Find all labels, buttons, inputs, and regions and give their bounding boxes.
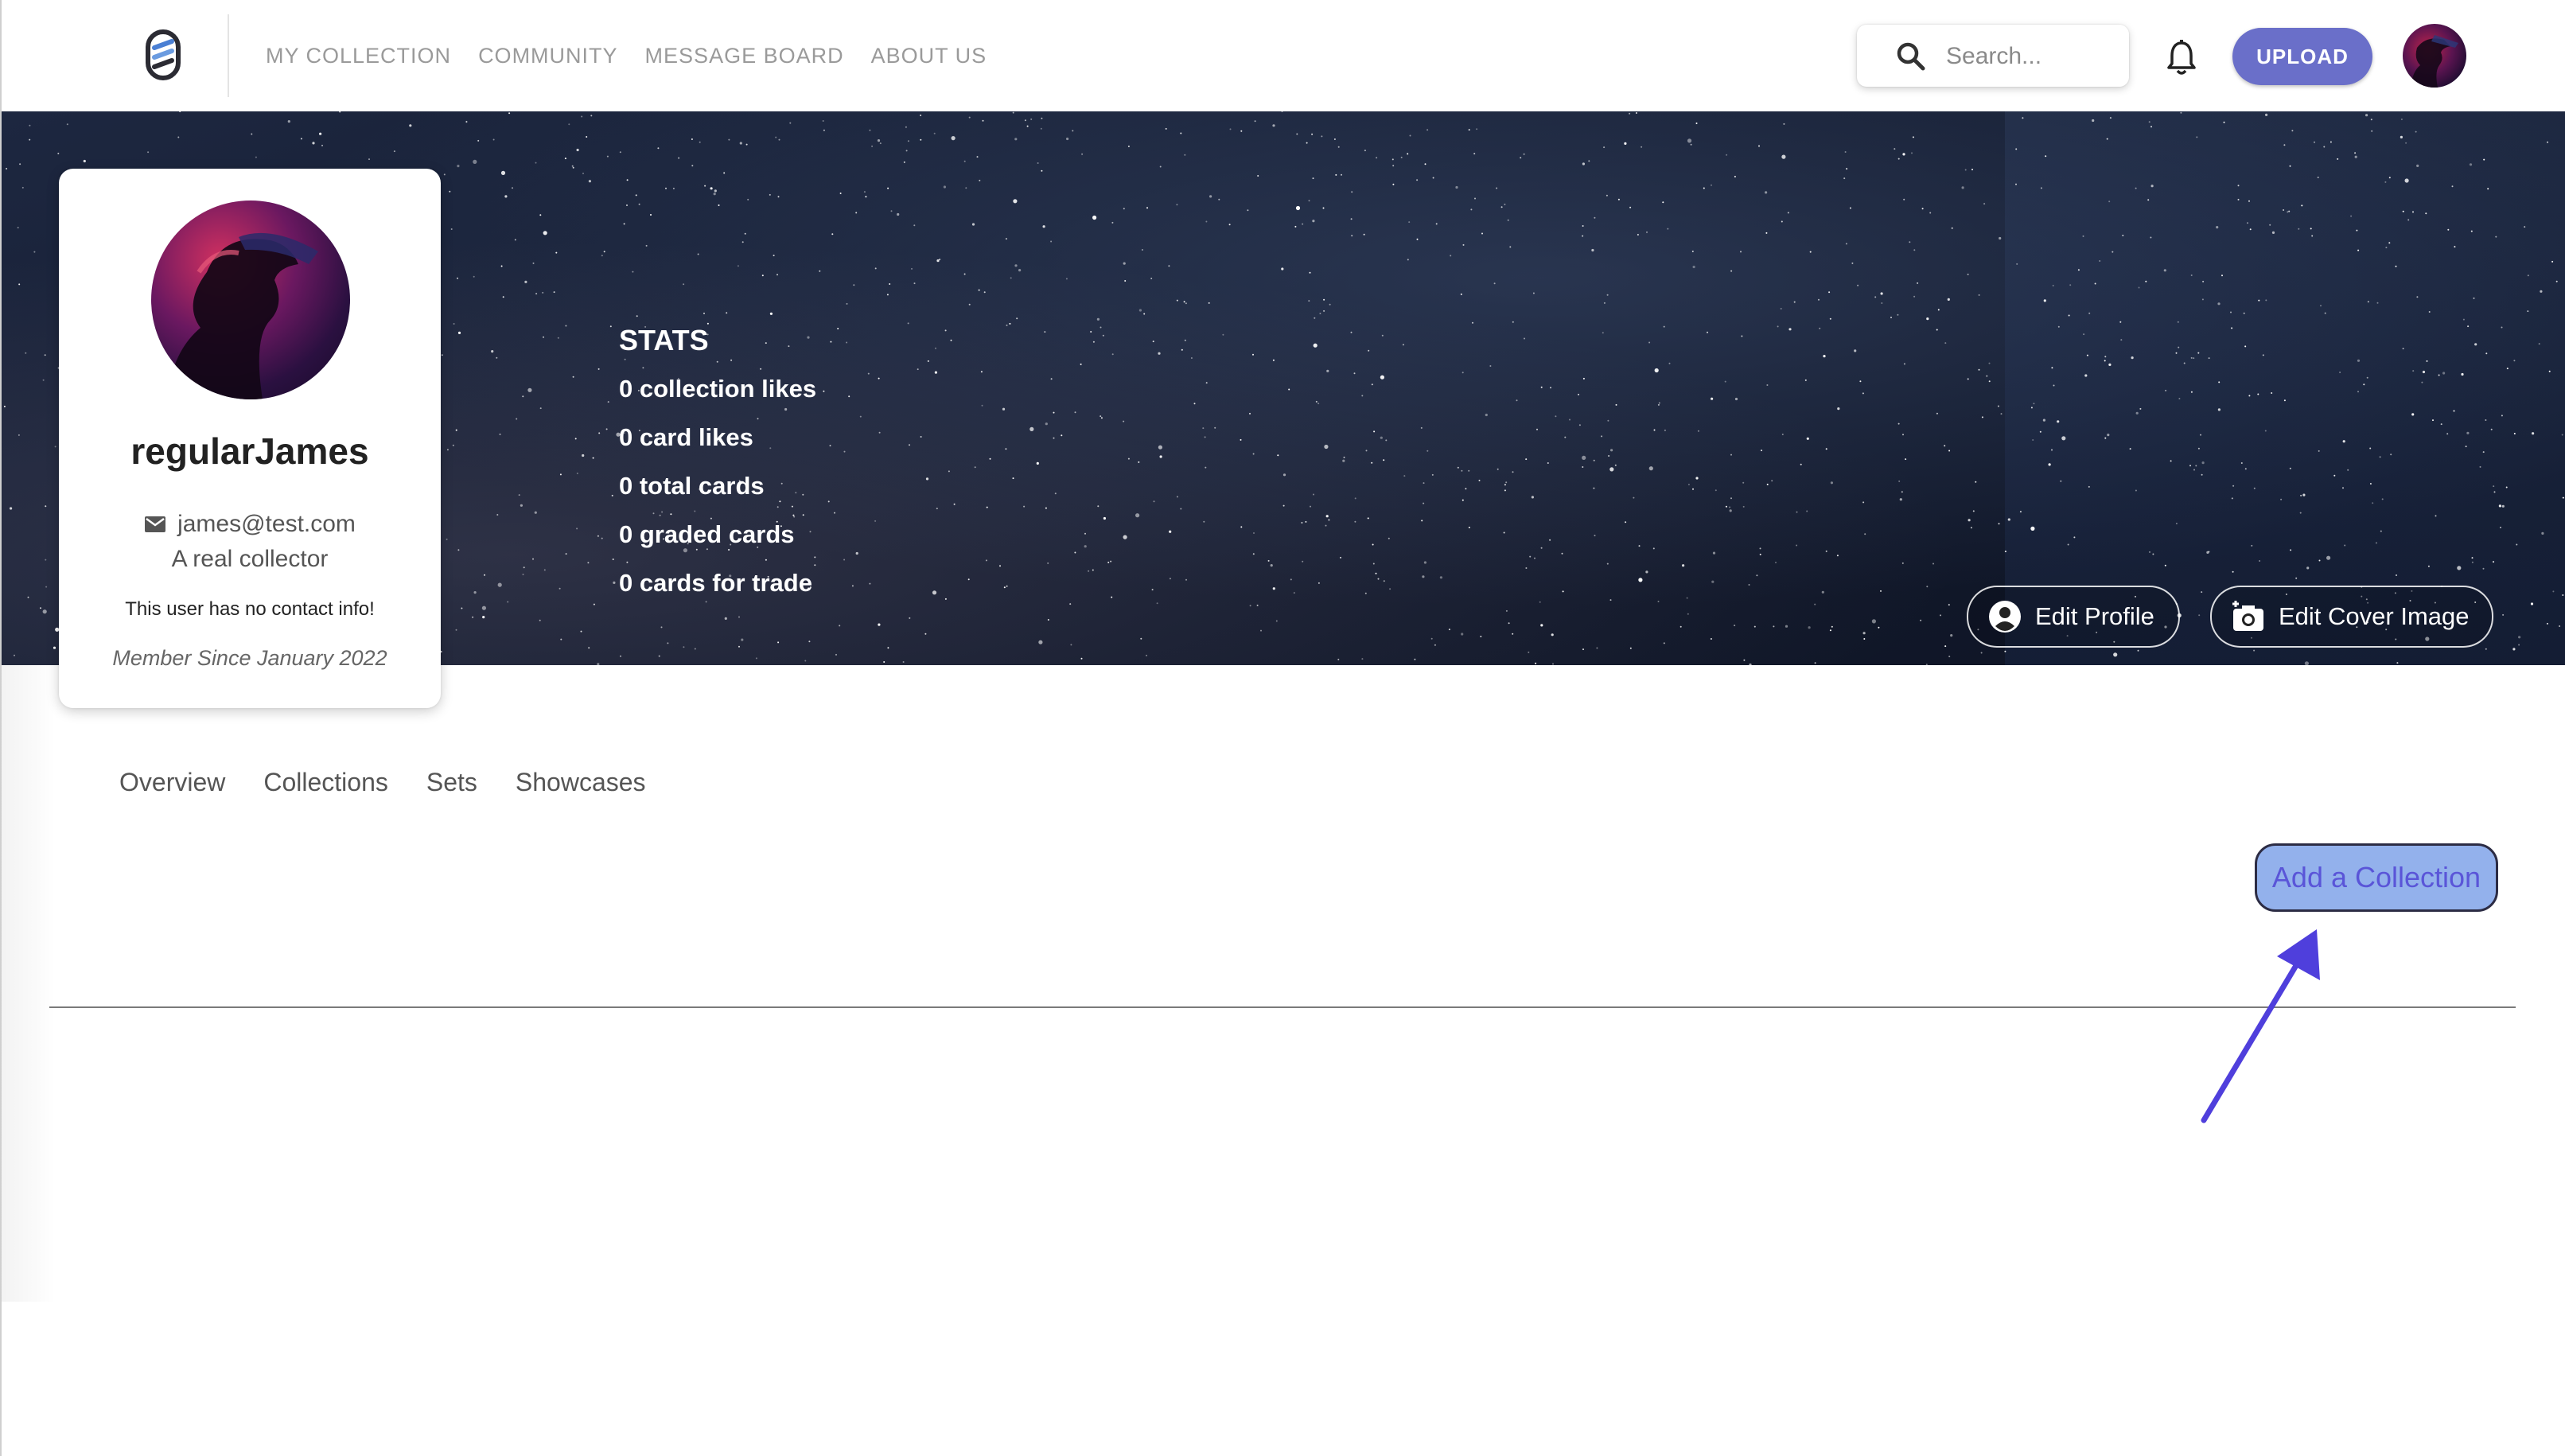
add-camera-icon <box>2232 601 2263 631</box>
nav-links: MY COLLECTION COMMUNITY MESSAGE BOARD AB… <box>266 40 1014 72</box>
edit-cover-image-button[interactable]: Edit Cover Image <box>2210 586 2493 648</box>
profile-contact-note: This user has no contact info! <box>125 598 375 620</box>
edit-profile-label: Edit Profile <box>2035 602 2154 630</box>
nav-about-us[interactable]: ABOUT US <box>871 40 987 72</box>
edit-cover-label: Edit Cover Image <box>2279 602 2470 630</box>
profile-email: james@test.com <box>177 511 356 537</box>
nav-divider <box>228 14 229 97</box>
profile-member-since: Member Since January 2022 <box>112 646 387 670</box>
content-divider <box>49 1006 2516 1008</box>
profile-avatar <box>151 200 350 399</box>
stat-collection-likes: 0 collection likes <box>619 375 817 403</box>
profile-bio: A real collector <box>171 546 329 572</box>
profile-username: regularJames <box>130 430 369 472</box>
stats-block: STATS 0 collection likes 0 card likes 0 … <box>619 317 816 607</box>
mail-icon <box>145 516 166 532</box>
search-icon <box>1897 42 1925 71</box>
tab-showcases[interactable]: Showcases <box>516 762 646 802</box>
top-navbar: MY COLLECTION COMMUNITY MESSAGE BOARD AB… <box>0 0 2565 111</box>
upload-button[interactable]: UPLOAD <box>2232 28 2372 85</box>
tab-overview[interactable]: Overview <box>119 762 225 802</box>
account-circle-icon <box>1989 601 2021 633</box>
profile-silhouette-icon <box>167 232 318 399</box>
add-collection-button[interactable]: Add a Collection <box>2255 843 2498 912</box>
stat-total-cards: 0 total cards <box>619 472 765 500</box>
window-left-edge <box>0 0 2 1456</box>
avatar-silhouette-icon <box>2411 35 2458 88</box>
arrow-annotation-icon <box>2201 929 2320 1123</box>
stat-cards-for-trade: 0 cards for trade <box>619 569 812 597</box>
tab-collections[interactable]: Collections <box>263 762 388 802</box>
nav-message-board[interactable]: MESSAGE BOARD <box>645 40 844 72</box>
bell-icon[interactable] <box>2164 38 2199 76</box>
search-box[interactable] <box>1857 25 2129 87</box>
stat-card-likes: 0 card likes <box>619 423 753 451</box>
stat-graded-cards: 0 graded cards <box>619 520 795 548</box>
logo-icon[interactable] <box>143 29 183 81</box>
stats-title: STATS <box>619 324 709 356</box>
nav-community[interactable]: COMMUNITY <box>478 40 617 72</box>
tab-sets[interactable]: Sets <box>426 762 477 802</box>
profile-card: regularJames james@test.com A real colle… <box>59 169 441 708</box>
profile-tabs: Overview Collections Sets Showcases <box>119 762 684 802</box>
user-avatar[interactable] <box>2403 24 2466 88</box>
nav-my-collection[interactable]: MY COLLECTION <box>266 40 451 72</box>
search-input[interactable] <box>1944 37 2115 76</box>
left-edge-shadow <box>0 665 56 1302</box>
profile-email-row: james@test.com <box>59 511 441 538</box>
edit-profile-button[interactable]: Edit Profile <box>1967 586 2180 648</box>
